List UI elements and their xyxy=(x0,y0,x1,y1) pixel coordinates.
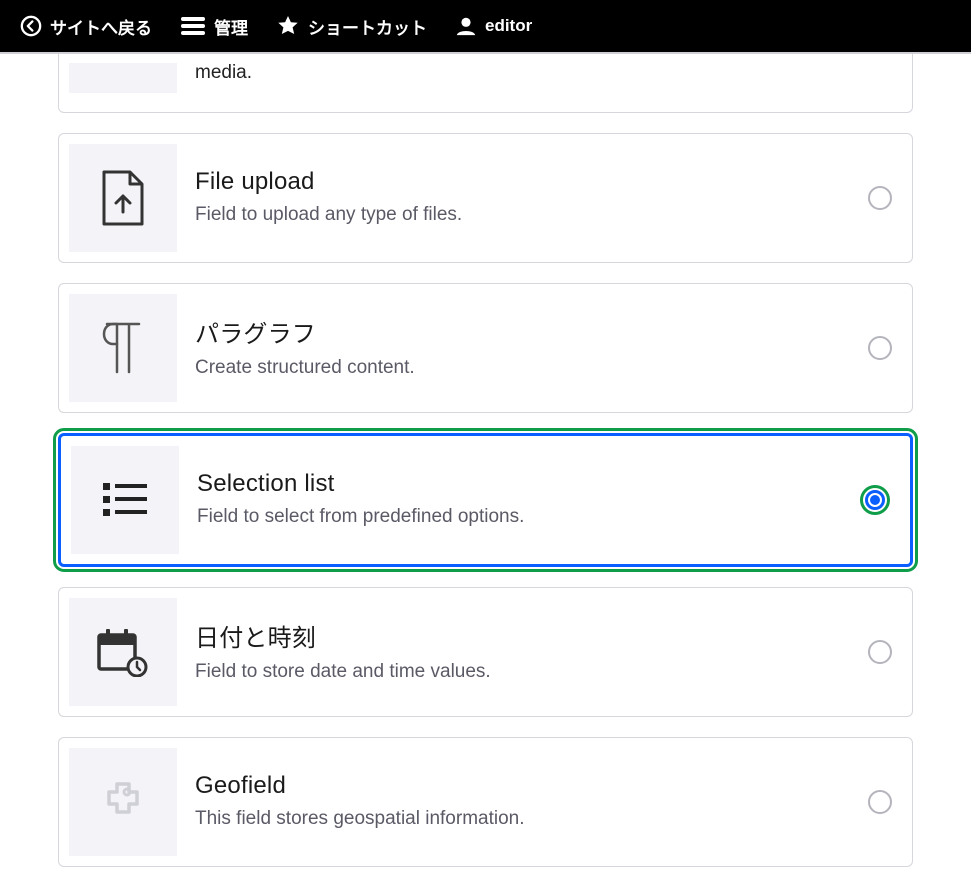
user-label: editor xyxy=(485,16,532,36)
radio-input[interactable] xyxy=(868,336,892,360)
selection-list-icon xyxy=(71,446,179,554)
star-icon xyxy=(276,14,300,38)
field-title: パラグラフ xyxy=(195,314,852,349)
field-option-file-upload[interactable]: File upload Field to upload any type of … xyxy=(58,133,913,263)
field-title: 日付と時刻 xyxy=(195,618,852,653)
user-icon xyxy=(455,15,477,37)
field-desc: media. xyxy=(195,60,892,86)
field-desc: Field to select from predefined options. xyxy=(197,504,844,530)
field-option-geofield[interactable]: Geofield This field stores geospatial in… xyxy=(58,737,913,867)
geofield-icon xyxy=(69,748,177,856)
file-upload-icon xyxy=(69,144,177,252)
manage-link[interactable]: 管理 xyxy=(168,8,260,45)
user-menu[interactable]: editor xyxy=(443,9,544,43)
field-title: File upload xyxy=(195,168,852,196)
field-option-media-partial[interactable]: media. xyxy=(58,54,913,113)
radio-input[interactable] xyxy=(860,485,890,515)
media-icon xyxy=(69,63,177,93)
radio-input[interactable] xyxy=(868,640,892,664)
field-desc: This field stores geospatial information… xyxy=(195,806,852,832)
field-option-selection-list[interactable]: Selection list Field to select from pred… xyxy=(58,433,913,567)
shortcut-label: ショートカット xyxy=(308,14,427,39)
back-icon xyxy=(20,15,42,37)
radio-input[interactable] xyxy=(868,186,892,210)
paragraph-icon xyxy=(69,294,177,402)
manage-label: 管理 xyxy=(214,14,248,39)
back-label: サイトへ戻る xyxy=(50,14,152,39)
field-title: Selection list xyxy=(197,470,844,498)
field-option-date-time[interactable]: 日付と時刻 Field to store date and time value… xyxy=(58,587,913,717)
field-desc: Field to store date and time values. xyxy=(195,659,852,685)
date-time-icon xyxy=(69,598,177,706)
shortcut-link[interactable]: ショートカット xyxy=(264,8,439,45)
field-type-list: media. File upload Field to upload any t… xyxy=(0,54,971,887)
admin-topbar: サイトへ戻る 管理 ショートカット editor xyxy=(0,0,971,52)
field-desc: Create structured content. xyxy=(195,355,852,381)
menu-icon xyxy=(180,15,206,37)
back-to-site-link[interactable]: サイトへ戻る xyxy=(8,8,164,45)
radio-input[interactable] xyxy=(868,790,892,814)
field-desc: Field to upload any type of files. xyxy=(195,202,852,228)
field-option-paragraph[interactable]: パラグラフ Create structured content. xyxy=(58,283,913,413)
